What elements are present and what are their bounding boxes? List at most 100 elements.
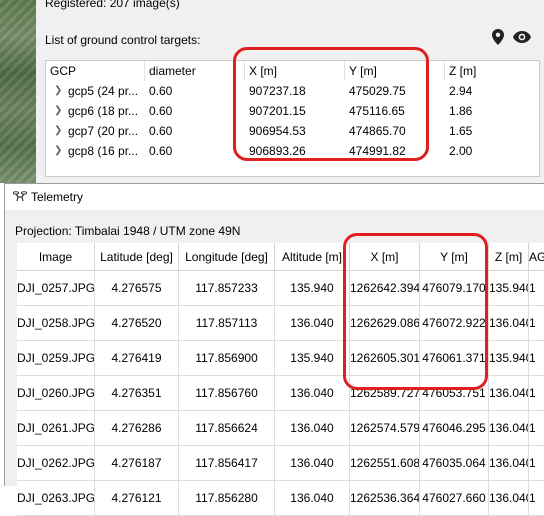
cell-x: 1262536.364 xyxy=(350,481,420,516)
chevron-right-icon[interactable]: ❯ xyxy=(54,81,62,101)
gcp-section-title: List of ground control targets: xyxy=(45,33,201,47)
gcp-y: 474991.82 xyxy=(349,144,406,158)
column-divider xyxy=(144,61,145,81)
telemetry-table: Image Latitude [deg] Longitude [deg] Alt… xyxy=(17,243,544,516)
cell-image[interactable]: DJI_0262.JPG xyxy=(17,446,95,481)
cell-latitude: 4.276351 xyxy=(95,376,179,411)
gcp-table: GCP diameter X [m] Y [m] Z [m] ❯ gcp5 (2… xyxy=(45,60,540,177)
cell-x: 1262551.608 xyxy=(350,446,420,481)
eye-icon[interactable] xyxy=(511,28,533,46)
registered-count: Registered: 207 image(s) xyxy=(45,0,180,10)
cell-x: 1262589.727 xyxy=(350,376,420,411)
gcp-header-y[interactable]: Y [m] xyxy=(349,61,377,81)
gcp-header-x[interactable]: X [m] xyxy=(249,61,277,81)
cell-longitude: 117.856280 xyxy=(179,481,275,516)
gcp-header-z[interactable]: Z [m] xyxy=(449,61,476,81)
cell-longitude: 117.856624 xyxy=(179,411,275,446)
gcp-name: gcp7 (20 pr... xyxy=(68,124,139,138)
gcp-x: 906893.26 xyxy=(249,144,306,158)
cell-agl: 1 xyxy=(529,446,544,481)
cell-latitude: 4.276187 xyxy=(95,446,179,481)
gcp-x: 907237.18 xyxy=(249,84,306,98)
gcp-x: 906954.53 xyxy=(249,124,306,138)
gcp-z: 2.00 xyxy=(449,144,473,158)
chevron-right-icon[interactable]: ❯ xyxy=(54,121,62,141)
cell-agl: 1 xyxy=(529,271,544,306)
cell-latitude: 4.276520 xyxy=(95,306,179,341)
gcp-name: gcp6 (18 pr... xyxy=(68,104,139,118)
cell-latitude: 4.276121 xyxy=(95,481,179,516)
gcp-table-header: GCP diameter X [m] Y [m] Z [m] xyxy=(46,61,539,81)
cell-image[interactable]: DJI_0263.JPG xyxy=(17,481,95,516)
gcp-x: 907201.15 xyxy=(249,104,306,118)
cell-y: 476053.751 xyxy=(420,376,489,411)
column-header-z[interactable]: Z [m] xyxy=(489,243,529,271)
column-header-longitude[interactable]: Longitude [deg] xyxy=(179,243,275,271)
gcp-y: 475116.65 xyxy=(349,104,405,118)
cell-z: 136.040 xyxy=(489,306,529,341)
aerial-image-background xyxy=(0,0,36,183)
gcp-row[interactable]: ❯ gcp7 (20 pr... 0.60 906954.53 474865.7… xyxy=(46,121,539,141)
column-header-agl[interactable]: AG xyxy=(529,243,544,271)
cell-x: 1262629.086 xyxy=(350,306,420,341)
cell-image[interactable]: DJI_0260.JPG xyxy=(17,376,95,411)
cell-z: 136.040 xyxy=(489,481,529,516)
telemetry-title: Telemetry xyxy=(31,190,84,204)
cell-y: 476027.660 xyxy=(420,481,489,516)
cell-image[interactable]: DJI_0261.JPG xyxy=(17,411,95,446)
telemetry-titlebar[interactable]: Telemetry xyxy=(5,184,544,210)
gcp-row[interactable]: ❯ gcp6 (18 pr... 0.60 907201.15 475116.6… xyxy=(46,101,539,121)
column-header-latitude[interactable]: Latitude [deg] xyxy=(95,243,179,271)
cell-latitude: 4.276575 xyxy=(95,271,179,306)
cell-agl: 1 xyxy=(529,376,544,411)
cell-longitude: 117.856417 xyxy=(179,446,275,481)
projection-label: Projection: Timbalai 1948 / UTM zone 49N xyxy=(15,224,241,238)
column-header-image[interactable]: Image xyxy=(17,243,95,271)
cell-latitude: 4.276419 xyxy=(95,341,179,376)
column-divider xyxy=(344,61,345,81)
cell-longitude: 117.857113 xyxy=(179,306,275,341)
cell-image[interactable]: DJI_0257.JPG xyxy=(17,271,95,306)
cell-altitude: 136.040 xyxy=(275,481,350,516)
column-header-x[interactable]: X [m] xyxy=(350,243,420,271)
gcp-panel: Registered: 207 image(s) List of ground … xyxy=(36,0,544,183)
cell-x: 1262574.579 xyxy=(350,411,420,446)
gcp-name: gcp5 (24 pr... xyxy=(68,84,139,98)
column-header-altitude[interactable]: Altitude [m] xyxy=(275,243,350,271)
gcp-header-diameter[interactable]: diameter xyxy=(149,61,196,81)
cell-z: 135.940 xyxy=(489,271,529,306)
cell-agl: 1 xyxy=(529,341,544,376)
cell-longitude: 117.856760 xyxy=(179,376,275,411)
cell-y: 476072.922 xyxy=(420,306,489,341)
gcp-diameter: 0.60 xyxy=(149,144,173,158)
gcp-z: 1.86 xyxy=(449,104,473,118)
cell-y: 476061.371 xyxy=(420,341,489,376)
cell-z: 136.040 xyxy=(489,376,529,411)
column-header-y[interactable]: Y [m] xyxy=(420,243,489,271)
cell-image[interactable]: DJI_0259.JPG xyxy=(17,341,95,376)
gcp-row[interactable]: ❯ gcp8 (16 pr... 0.60 906893.26 474991.8… xyxy=(46,141,539,161)
cell-latitude: 4.276286 xyxy=(95,411,179,446)
cell-y: 476079.170 xyxy=(420,271,489,306)
gcp-y: 475029.75 xyxy=(349,84,406,98)
cell-altitude: 135.940 xyxy=(275,271,350,306)
gcp-header-gcp[interactable]: GCP xyxy=(50,61,76,81)
gcp-diameter: 0.60 xyxy=(149,84,173,98)
gcp-y: 474865.70 xyxy=(349,124,406,138)
gcp-z: 1.65 xyxy=(449,124,473,138)
cell-z: 136.040 xyxy=(489,411,529,446)
cell-y: 476046.295 xyxy=(420,411,489,446)
cell-y: 476035.064 xyxy=(420,446,489,481)
cell-image[interactable]: DJI_0258.JPG xyxy=(17,306,95,341)
chevron-right-icon[interactable]: ❯ xyxy=(54,101,62,121)
cell-altitude: 135.940 xyxy=(275,341,350,376)
gcp-row[interactable]: ❯ gcp5 (24 pr... 0.60 907237.18 475029.7… xyxy=(46,81,539,101)
column-divider xyxy=(444,61,445,81)
cell-agl: 1 xyxy=(529,306,544,341)
chevron-right-icon[interactable]: ❯ xyxy=(54,141,62,161)
cell-z: 135.940 xyxy=(489,341,529,376)
cell-agl: 1 xyxy=(529,481,544,516)
cell-longitude: 117.857233 xyxy=(179,271,275,306)
map-pin-icon[interactable] xyxy=(489,28,507,46)
cell-agl: 1 xyxy=(529,411,544,446)
